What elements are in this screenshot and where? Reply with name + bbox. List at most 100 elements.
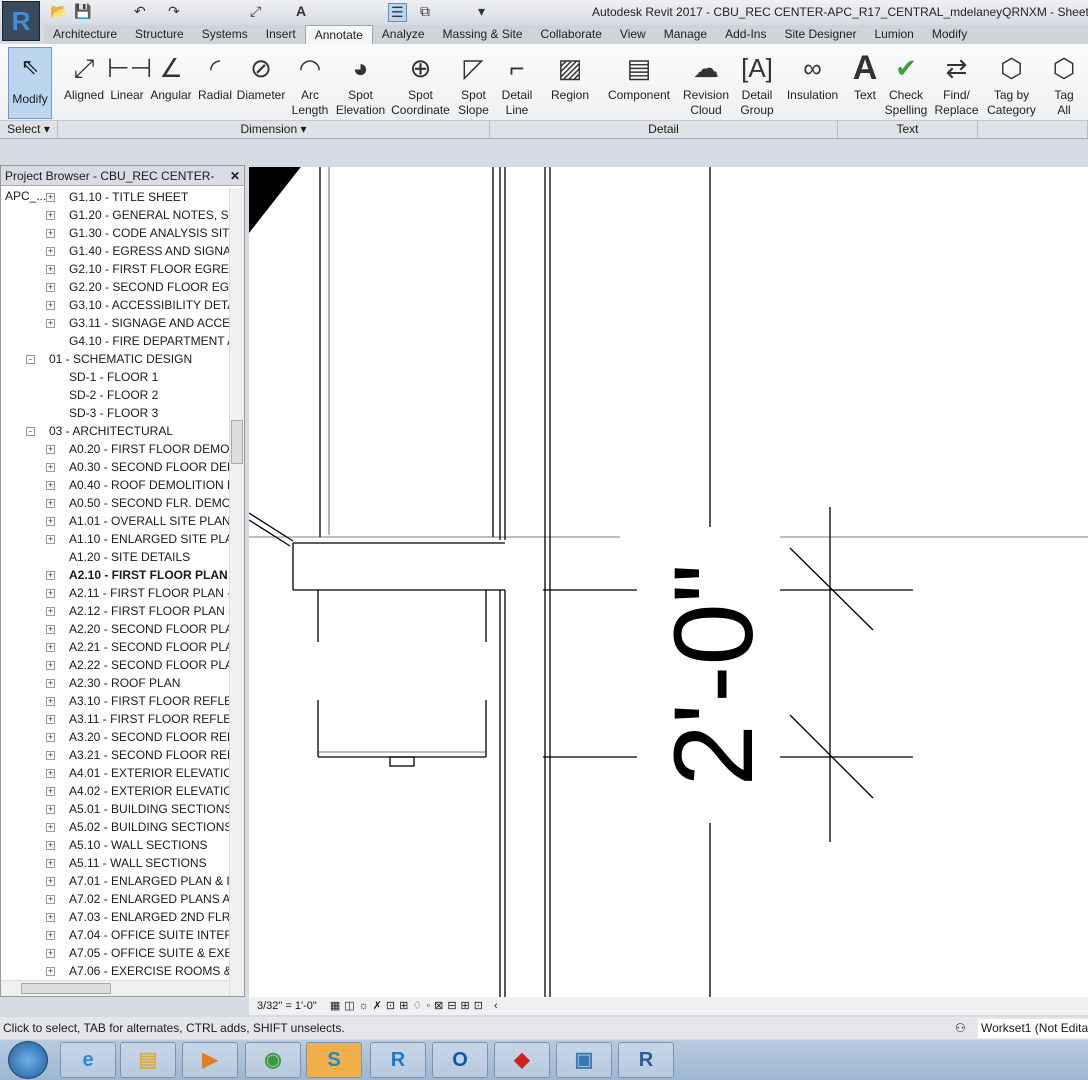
tab-massing-site[interactable]: Massing & Site (434, 25, 532, 44)
browser-item[interactable]: + G1.40 - EGRESS AND SIGNAGE (1, 242, 229, 260)
panel-dimension[interactable]: Dimension ▾ (58, 120, 490, 138)
browser-item[interactable]: + A0.20 - FIRST FLOOR DEMOLI (1, 440, 229, 458)
horizontal-scrollbar[interactable] (1, 980, 229, 996)
sketchup-icon[interactable]: ◆ (494, 1042, 550, 1078)
tab-annotate[interactable]: Annotate (304, 25, 373, 44)
file-explorer-icon[interactable]: ▤ (120, 1042, 176, 1078)
browser-item[interactable]: SD-1 - FLOOR 1 (1, 368, 229, 386)
tab-add-ins[interactable]: Add-Ins (716, 25, 775, 44)
browser-item[interactable]: + A2.10 - FIRST FLOOR PLAN - (1, 566, 229, 584)
tag-by-category-button[interactable]: ⬡ Tag by Category (983, 48, 1040, 118)
expand-icon[interactable]: + (46, 679, 55, 688)
expand-icon[interactable]: + (46, 841, 55, 850)
expand-icon[interactable]: + (46, 517, 55, 526)
expand-icon[interactable]: + (46, 535, 55, 544)
browser-item[interactable]: + A5.10 - WALL SECTIONS (1, 836, 229, 854)
tab-collaborate[interactable]: Collaborate (532, 25, 611, 44)
browser-item[interactable]: - 01 - SCHEMATIC DESIGN (1, 350, 229, 368)
browser-item[interactable]: SD-2 - FLOOR 2 (1, 386, 229, 404)
browser-item[interactable]: + A2.21 - SECOND FLOOR PLAN (1, 638, 229, 656)
browser-item[interactable]: + A5.11 - WALL SECTIONS (1, 854, 229, 872)
browser-item[interactable]: + A3.11 - FIRST FLOOR REFLECT (1, 710, 229, 728)
thin-lines-icon[interactable]: ☰ (388, 3, 407, 22)
redo-icon[interactable]: ↷ (168, 3, 180, 20)
region-button[interactable]: ▨ Region (540, 48, 600, 103)
spot-slope-button[interactable]: ◸ Spot Slope (453, 48, 494, 118)
tab-insert[interactable]: Insert (257, 25, 305, 44)
revision-cloud-button[interactable]: ☁ Revision Cloud (678, 48, 734, 118)
start-button[interactable] (8, 1041, 48, 1079)
tab-analyze[interactable]: Analyze (373, 25, 434, 44)
browser-item[interactable]: - 03 - ARCHITECTURAL (1, 422, 229, 440)
expand-icon[interactable]: + (46, 607, 55, 616)
expand-icon[interactable]: + (46, 931, 55, 940)
browser-item[interactable]: + A0.40 - ROOF DEMOLITION P (1, 476, 229, 494)
browser-item[interactable]: + G2.10 - FIRST FLOOR EGRESS A (1, 260, 229, 278)
panel-select[interactable]: Select ▾ (0, 120, 58, 138)
expand-icon[interactable]: + (46, 751, 55, 760)
browser-item[interactable]: + A7.03 - ENLARGED 2ND FLR. ( (1, 908, 229, 926)
browser-item[interactable]: + A2.20 - SECOND FLOOR PLAN (1, 620, 229, 638)
expand-icon[interactable]: + (46, 733, 55, 742)
view-control-icons[interactable]: ▦◫☼✗⊡⊞♢◦⊠⊟⊞⊡ ‹ (330, 1000, 502, 1012)
expand-icon[interactable]: + (46, 193, 55, 202)
browser-item[interactable]: SD-3 - FLOOR 3 (1, 404, 229, 422)
skype-icon[interactable]: S (306, 1042, 362, 1078)
scrollbar-thumb[interactable] (21, 983, 111, 994)
browser-item[interactable]: + A3.20 - SECOND FLOOR REFLI (1, 728, 229, 746)
expand-icon[interactable]: + (46, 715, 55, 724)
active-workset-dropdown[interactable]: Workset1 (Not Editable) (978, 1019, 1088, 1038)
browser-item[interactable]: + A5.02 - BUILDING SECTIONS (1, 818, 229, 836)
spot-coordinate-button[interactable]: ⊕ Spot Coordinate (388, 48, 453, 118)
browser-item[interactable]: + G3.10 - ACCESSIBILITY DETAIL (1, 296, 229, 314)
expand-icon[interactable]: + (46, 895, 55, 904)
expand-icon[interactable]: + (46, 499, 55, 508)
browser-item[interactable]: + A2.12 - FIRST FLOOR PLAN - S (1, 602, 229, 620)
undo-icon[interactable]: ↶ (134, 3, 146, 20)
browser-item[interactable]: + A4.01 - EXTERIOR ELEVATION (1, 764, 229, 782)
application-menu-button[interactable]: R (2, 1, 40, 41)
collapse-icon[interactable]: - (26, 355, 35, 364)
expand-icon[interactable]: + (46, 769, 55, 778)
browser-item[interactable]: + A7.01 - ENLARGED PLAN & IN (1, 872, 229, 890)
expand-icon[interactable]: + (46, 859, 55, 868)
linear-dimension-button[interactable]: ⊢⊣ Linear (107, 48, 152, 103)
scrollbar-thumb[interactable] (231, 420, 243, 464)
expand-icon[interactable]: + (46, 571, 55, 580)
chrome-icon[interactable]: ◉ (245, 1042, 301, 1078)
outlook-icon[interactable]: O (432, 1042, 488, 1078)
text-button[interactable]: A Text (845, 48, 885, 103)
expand-icon[interactable]: + (46, 805, 55, 814)
expand-icon[interactable]: + (46, 481, 55, 490)
tab-site-designer[interactable]: Site Designer (775, 25, 865, 44)
expand-icon[interactable]: + (46, 913, 55, 922)
expand-icon[interactable]: + (46, 319, 55, 328)
browser-item[interactable]: + A7.04 - OFFICE SUITE INTERIO (1, 926, 229, 944)
expand-icon[interactable]: + (46, 661, 55, 670)
expand-icon[interactable]: + (46, 265, 55, 274)
browser-item[interactable]: + A5.01 - BUILDING SECTIONS (1, 800, 229, 818)
aligned-dimension-quick-icon[interactable]: ⤢ (250, 3, 261, 20)
browser-item[interactable]: + G1.10 - TITLE SHEET (1, 188, 229, 206)
expand-icon[interactable]: + (46, 589, 55, 598)
expand-icon[interactable]: + (46, 625, 55, 634)
save-icon[interactable]: 💾 (74, 3, 91, 20)
browser-item[interactable]: + G2.20 - SECOND FLOOR EGRE (1, 278, 229, 296)
tab-lumion[interactable]: Lumion (866, 25, 923, 44)
browser-item[interactable]: + G1.20 - GENERAL NOTES, SYM (1, 206, 229, 224)
browser-item[interactable]: G4.10 - FIRE DEPARTMENT AC (1, 332, 229, 350)
internet-explorer-icon[interactable]: e (60, 1042, 116, 1078)
browser-item[interactable]: + A3.10 - FIRST FLOOR REFLECT (1, 692, 229, 710)
angular-dimension-button[interactable]: ∠ Angular (147, 48, 195, 103)
vertical-scrollbar[interactable] (229, 188, 244, 996)
browser-item[interactable]: + A2.11 - FIRST FLOOR PLAN - N (1, 584, 229, 602)
check-spelling-button[interactable]: ✔ Check Spelling (882, 48, 930, 118)
tab-modify[interactable]: Modify (923, 25, 976, 44)
tab-structure[interactable]: Structure (126, 25, 193, 44)
aligned-dimension-button[interactable]: ⤢ Aligned (61, 48, 107, 103)
browser-item[interactable]: + A0.30 - SECOND FLOOR DEMO (1, 458, 229, 476)
browser-item[interactable]: + A7.02 - ENLARGED PLANS AN (1, 890, 229, 908)
detail-group-button[interactable]: [A] Detail Group (734, 48, 780, 118)
browser-item[interactable]: + A1.01 - OVERALL SITE PLAN (1, 512, 229, 530)
view-scale[interactable]: 3/32" = 1'-0" (257, 1000, 317, 1012)
